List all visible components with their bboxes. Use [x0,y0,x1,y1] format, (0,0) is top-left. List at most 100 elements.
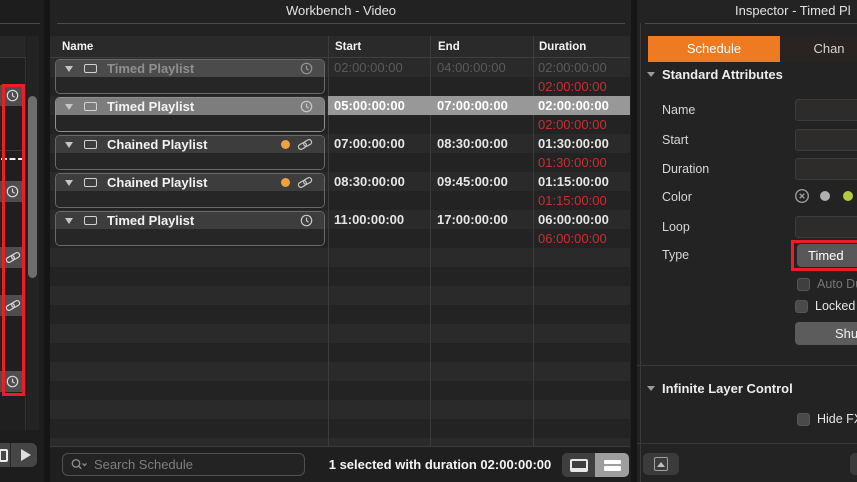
search-field[interactable]: Search Schedule [62,453,305,476]
playlist-card[interactable]: Chained Playlist [55,173,325,208]
locked-checkbox[interactable] [795,300,808,313]
column-divider [430,36,431,57]
playlist-row[interactable]: Chained Playlist 08:30 [50,172,630,210]
screen-icon [84,178,97,187]
section-standard-attributes[interactable]: Standard Attributes [647,67,783,82]
field-label-color: Color [662,189,692,205]
single-view-button[interactable] [562,453,595,477]
playlist-row[interactable]: Timed Playlist 05:00:0 [50,96,630,134]
disclosure-triangle-icon[interactable] [65,180,73,186]
column-header-name[interactable]: Name [62,36,93,58]
playlist-card[interactable]: Timed Playlist [55,211,325,246]
start-cell[interactable]: 05:00:00:00 [334,96,405,115]
eject-icon [654,457,668,471]
shuffle-button[interactable]: Shu [795,322,857,345]
hide-fx-checkbox[interactable] [797,413,810,426]
duration-cell[interactable]: 01:30:00:00 [538,134,609,153]
end-cell[interactable]: 04:00:00:00 [437,58,506,77]
actual-duration-cell: 06:00:00:00 [538,229,607,248]
inspector-title: Inspector - Timed Pl [735,0,851,23]
start-input[interactable] [795,129,857,151]
field-label-start: Start [662,132,688,148]
column-header-duration[interactable]: Duration [539,36,586,58]
locked-label: Locked [815,299,855,313]
duration-cell[interactable]: 01:15:00:00 [538,172,609,191]
pause-icon [0,449,8,462]
actual-duration-cell: 01:30:00:00 [538,153,607,172]
disclosure-triangle-icon[interactable] [647,72,655,77]
screen-icon [84,64,97,73]
end-cell[interactable]: 09:45:00:00 [437,172,508,191]
disclosure-triangle-icon[interactable] [65,66,73,72]
playlist-name: Chained Playlist [107,137,207,152]
clock-icon [300,214,313,227]
auto-duration-checkbox[interactable] [797,278,810,291]
disclosure-triangle-icon[interactable] [647,386,655,391]
annotation-box-left-column [2,84,25,396]
field-label-name: Name [662,102,695,118]
playlist-name: Chained Playlist [107,175,207,190]
inspector-title-divider [645,23,857,24]
disclosure-triangle-icon[interactable] [65,142,73,148]
column-header-start[interactable]: Start [335,36,361,58]
playlist-card[interactable]: Timed Playlist [55,97,325,132]
duration-cell[interactable]: 02:00:00:00 [538,58,607,77]
duration-cell[interactable]: 06:00:00:00 [538,210,609,229]
field-label-loop: Loop [662,219,690,235]
start-cell[interactable]: 07:00:00:00 [334,134,405,153]
playlist-name: Timed Playlist [107,61,194,76]
name-input[interactable] [795,99,857,121]
list-view-icon [604,466,621,471]
workbench-title-divider [57,23,625,24]
playlist-row[interactable]: Chained Playlist 07:00 [50,134,630,172]
end-cell[interactable]: 08:30:00:00 [437,134,508,153]
clock-icon [300,62,313,75]
playlist-card-subrow [56,153,324,169]
left-scrollbar-thumb[interactable] [28,96,37,278]
row-type-icons [281,176,313,189]
transport-controls [0,443,37,467]
schedule-table-body: Timed Playlist 02:00:0 [50,58,630,447]
single-view-icon [570,459,588,472]
left-panel-title-divider [0,23,40,24]
playlist-row[interactable]: Timed Playlist 02:00:0 [50,58,630,96]
list-view-button[interactable] [595,453,629,477]
playlist-name: Timed Playlist [107,99,194,114]
start-cell[interactable]: 11:00:00:00 [334,210,404,229]
green-color-swatch[interactable] [843,191,853,201]
section-divider [637,443,857,444]
duration-cell[interactable]: 02:00:00:00 [538,96,609,115]
panel-eject-button[interactable] [643,453,679,475]
gray-color-swatch[interactable] [820,191,830,201]
tab-channel[interactable]: Chan [781,36,857,62]
playlist-row[interactable]: Timed Playlist 11:00:0 [50,210,630,248]
playlist-card[interactable]: Chained Playlist [55,135,325,170]
field-label-type: Type [662,247,689,263]
end-cell[interactable]: 07:00:00:00 [437,96,508,115]
play-button[interactable] [11,443,37,467]
section-divider [637,365,857,366]
annotation-box-type-dropdown [791,240,857,271]
loop-input[interactable] [795,216,857,238]
start-cell[interactable]: 08:30:00:00 [334,172,405,191]
clock-icon [300,100,313,113]
playlist-name: Timed Playlist [107,213,194,228]
playlist-card-subrow [56,77,324,93]
disclosure-triangle-icon[interactable] [65,104,73,110]
chain-icon [297,176,313,189]
playlist-card[interactable]: Timed Playlist [55,59,325,94]
tab-schedule[interactable]: Schedule [648,36,780,62]
clipped-right-button[interactable] [850,453,857,475]
start-cell[interactable]: 02:00:00:00 [334,58,403,77]
column-header-end[interactable]: End [438,36,460,58]
duration-input[interactable] [795,158,857,180]
section-title: Infinite Layer Control [662,381,793,396]
end-cell[interactable]: 17:00:00:00 [437,210,508,229]
section-infinite-layer-control[interactable]: Infinite Layer Control [647,381,793,396]
search-icon [71,458,88,471]
actual-duration-cell: 02:00:00:00 [538,115,607,134]
no-color-swatch-icon[interactable] [794,188,810,204]
disclosure-triangle-icon[interactable] [65,218,73,224]
actual-duration-cell: 02:00:00:00 [538,77,607,96]
pause-button[interactable] [0,443,11,467]
